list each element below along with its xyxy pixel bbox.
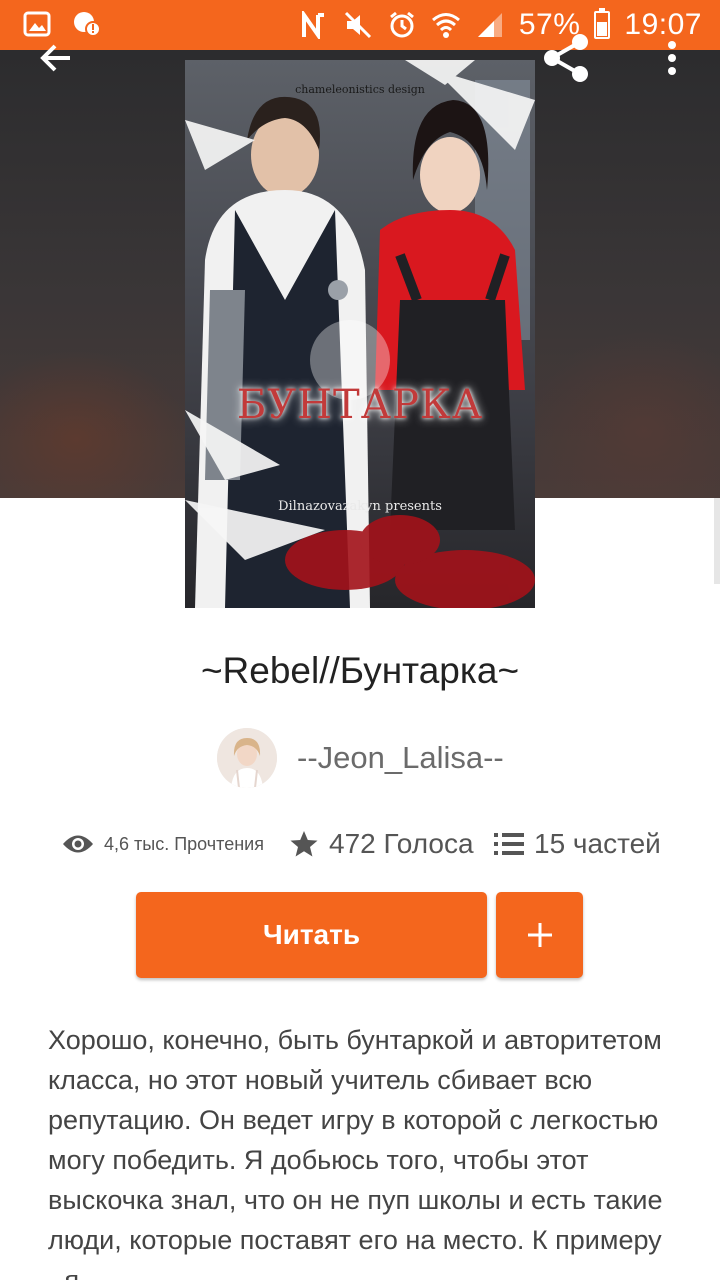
add-to-library-button[interactable] bbox=[496, 892, 583, 978]
cover-presents: Dilnazovazakyn presents bbox=[278, 499, 442, 514]
list-icon bbox=[494, 833, 524, 855]
star-icon bbox=[290, 831, 318, 857]
reads-count: 4,6 тыс. Прочтения bbox=[104, 833, 264, 854]
nfc-icon bbox=[299, 10, 329, 40]
mute-icon bbox=[343, 10, 373, 40]
back-button[interactable] bbox=[28, 30, 84, 86]
story-title: ~Rebel//Бунтарка~ bbox=[200, 650, 520, 691]
share-button[interactable] bbox=[539, 30, 595, 86]
read-button-label: Читать bbox=[262, 919, 361, 950]
author-name: --Jeon_Lalisa-- bbox=[297, 740, 504, 775]
cover-title: БУНТАРКА bbox=[236, 382, 484, 428]
back-arrow-icon bbox=[40, 44, 70, 72]
story-stats: 4,6 тыс. Прочтения 472 Голоса 15 частей bbox=[0, 822, 720, 866]
alarm-icon bbox=[387, 10, 417, 40]
more-options-button[interactable] bbox=[644, 30, 700, 86]
eye-icon bbox=[63, 835, 93, 853]
parts-stat: 15 частей bbox=[494, 822, 661, 866]
reads-stat: 4,6 тыс. Прочтения bbox=[62, 822, 264, 866]
book-cover[interactable]: chameleonistics design БУНТАРКА Dilnazov… bbox=[185, 60, 535, 608]
avatar bbox=[217, 728, 277, 788]
wifi-icon bbox=[431, 10, 461, 40]
status-bar: 57% 19:07 bbox=[0, 0, 720, 50]
cover-art bbox=[185, 60, 535, 608]
votes-stat: 472 Голоса bbox=[289, 822, 474, 866]
votes-count: 472 Голоса bbox=[329, 828, 474, 859]
share-icon bbox=[544, 34, 588, 82]
author-link[interactable]: --Jeon_Lalisa-- bbox=[217, 728, 504, 788]
cover-credit: chameleonistics design bbox=[295, 83, 425, 96]
story-description: Хорошо, конечно, быть бунтаркой и автори… bbox=[48, 1025, 663, 1280]
more-vert-icon bbox=[668, 41, 676, 75]
parts-count: 15 частей bbox=[534, 828, 661, 859]
scroll-indicator[interactable] bbox=[714, 498, 720, 584]
battery-icon bbox=[594, 8, 611, 39]
signal-icon bbox=[475, 10, 505, 40]
read-button[interactable]: Читать bbox=[136, 892, 487, 978]
plus-icon bbox=[527, 923, 552, 947]
